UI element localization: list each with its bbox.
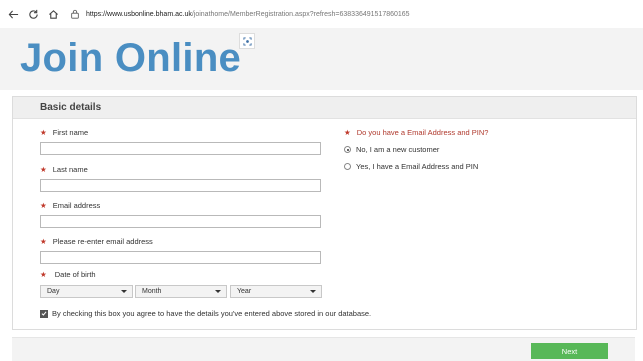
checkmark-icon: [41, 311, 47, 316]
radio-label: Yes, I have a Email Address and PIN: [356, 162, 479, 171]
required-icon: ★: [40, 128, 47, 137]
lock-icon: [71, 9, 79, 19]
radio-label: No, I am a new customer: [356, 145, 440, 154]
required-icon: ★: [40, 165, 47, 174]
consent-text: By checking this box you agree to have t…: [52, 309, 372, 318]
home-icon[interactable]: [46, 7, 60, 21]
required-icon: ★: [344, 128, 351, 137]
email-label: ★ Email address: [40, 201, 101, 210]
url-host: https://www.usbonline.bham.ac.uk: [86, 10, 192, 18]
url-path: /joinathome/MemberRegistration.aspx?refr…: [191, 10, 410, 18]
chevron-down-icon: [215, 290, 221, 293]
last-name-label: ★ Last name: [40, 165, 88, 174]
email-confirm-label: ★ Please re-enter email address: [40, 237, 153, 246]
consent-checkbox[interactable]: [40, 309, 48, 318]
radio-button[interactable]: [344, 146, 351, 153]
dob-label: ★ Date of birth: [40, 270, 96, 279]
radio-new-customer[interactable]: No, I am a new customer: [344, 145, 439, 154]
basic-details-panel: Basic details ★ First name ★ Last name ★ Em…: [12, 96, 637, 330]
radio-existing-customer[interactable]: Yes, I have a Email Address and PIN: [344, 162, 478, 171]
address-bar[interactable]: https://www.usbonline.bham.ac.uk/joinath…: [70, 9, 410, 19]
required-icon: ★: [40, 237, 47, 246]
consent-row[interactable]: By checking this box you agree to have t…: [40, 309, 371, 318]
page-title: Join Online: [20, 36, 242, 80]
last-name-input[interactable]: [40, 179, 321, 192]
required-icon: ★: [40, 201, 47, 210]
chevron-down-icon: [121, 290, 127, 293]
browser-toolbar: https://www.usbonline.bham.ac.uk/joinath…: [0, 0, 643, 28]
email-confirm-input[interactable]: [40, 251, 321, 264]
required-icon: ★: [40, 270, 47, 279]
reload-icon[interactable]: [26, 7, 40, 21]
first-name-input[interactable]: [40, 142, 321, 155]
dob-month-select[interactable]: Month: [135, 285, 227, 298]
dob-year-select[interactable]: Year: [230, 285, 322, 298]
chevron-down-icon: [310, 290, 316, 293]
email-input[interactable]: [40, 215, 321, 228]
visual-search-icon[interactable]: [239, 33, 255, 49]
next-button[interactable]: Next: [531, 343, 608, 359]
back-icon[interactable]: [6, 7, 20, 21]
first-name-label: ★ First name: [40, 128, 89, 137]
page-header: Join Online: [0, 28, 643, 90]
pin-question-label: ★ Do you have a Email Address and PIN?: [344, 128, 489, 137]
dob-day-select[interactable]: Day: [40, 285, 133, 298]
section-title: Basic details: [13, 97, 636, 119]
radio-button[interactable]: [344, 163, 351, 170]
